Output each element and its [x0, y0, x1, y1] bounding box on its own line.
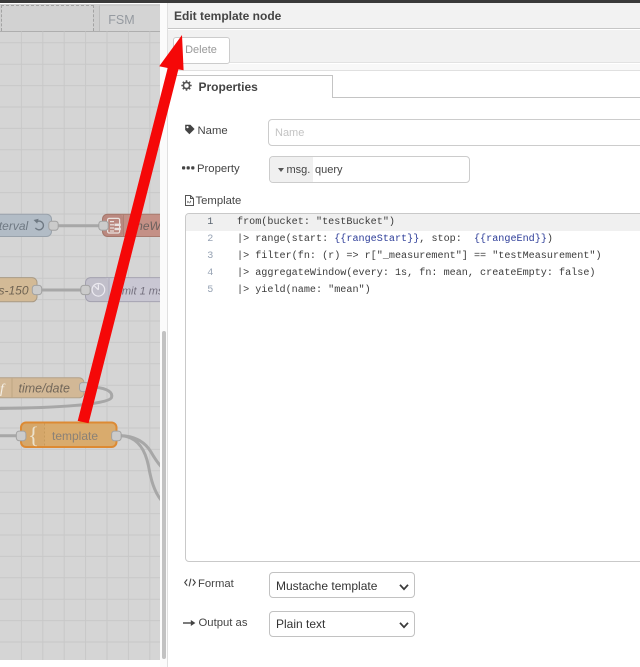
svg-text:{: { [28, 423, 39, 448]
svg-text:interval: interval [0, 219, 29, 233]
svg-text:s-150: s-150 [0, 284, 29, 298]
svg-text:limit 1 ms: limit 1 ms [117, 285, 160, 297]
svg-text:template: template [52, 429, 98, 443]
svg-text:time/date: time/date [19, 381, 70, 395]
svg-text:sineW: sineW [128, 219, 161, 233]
